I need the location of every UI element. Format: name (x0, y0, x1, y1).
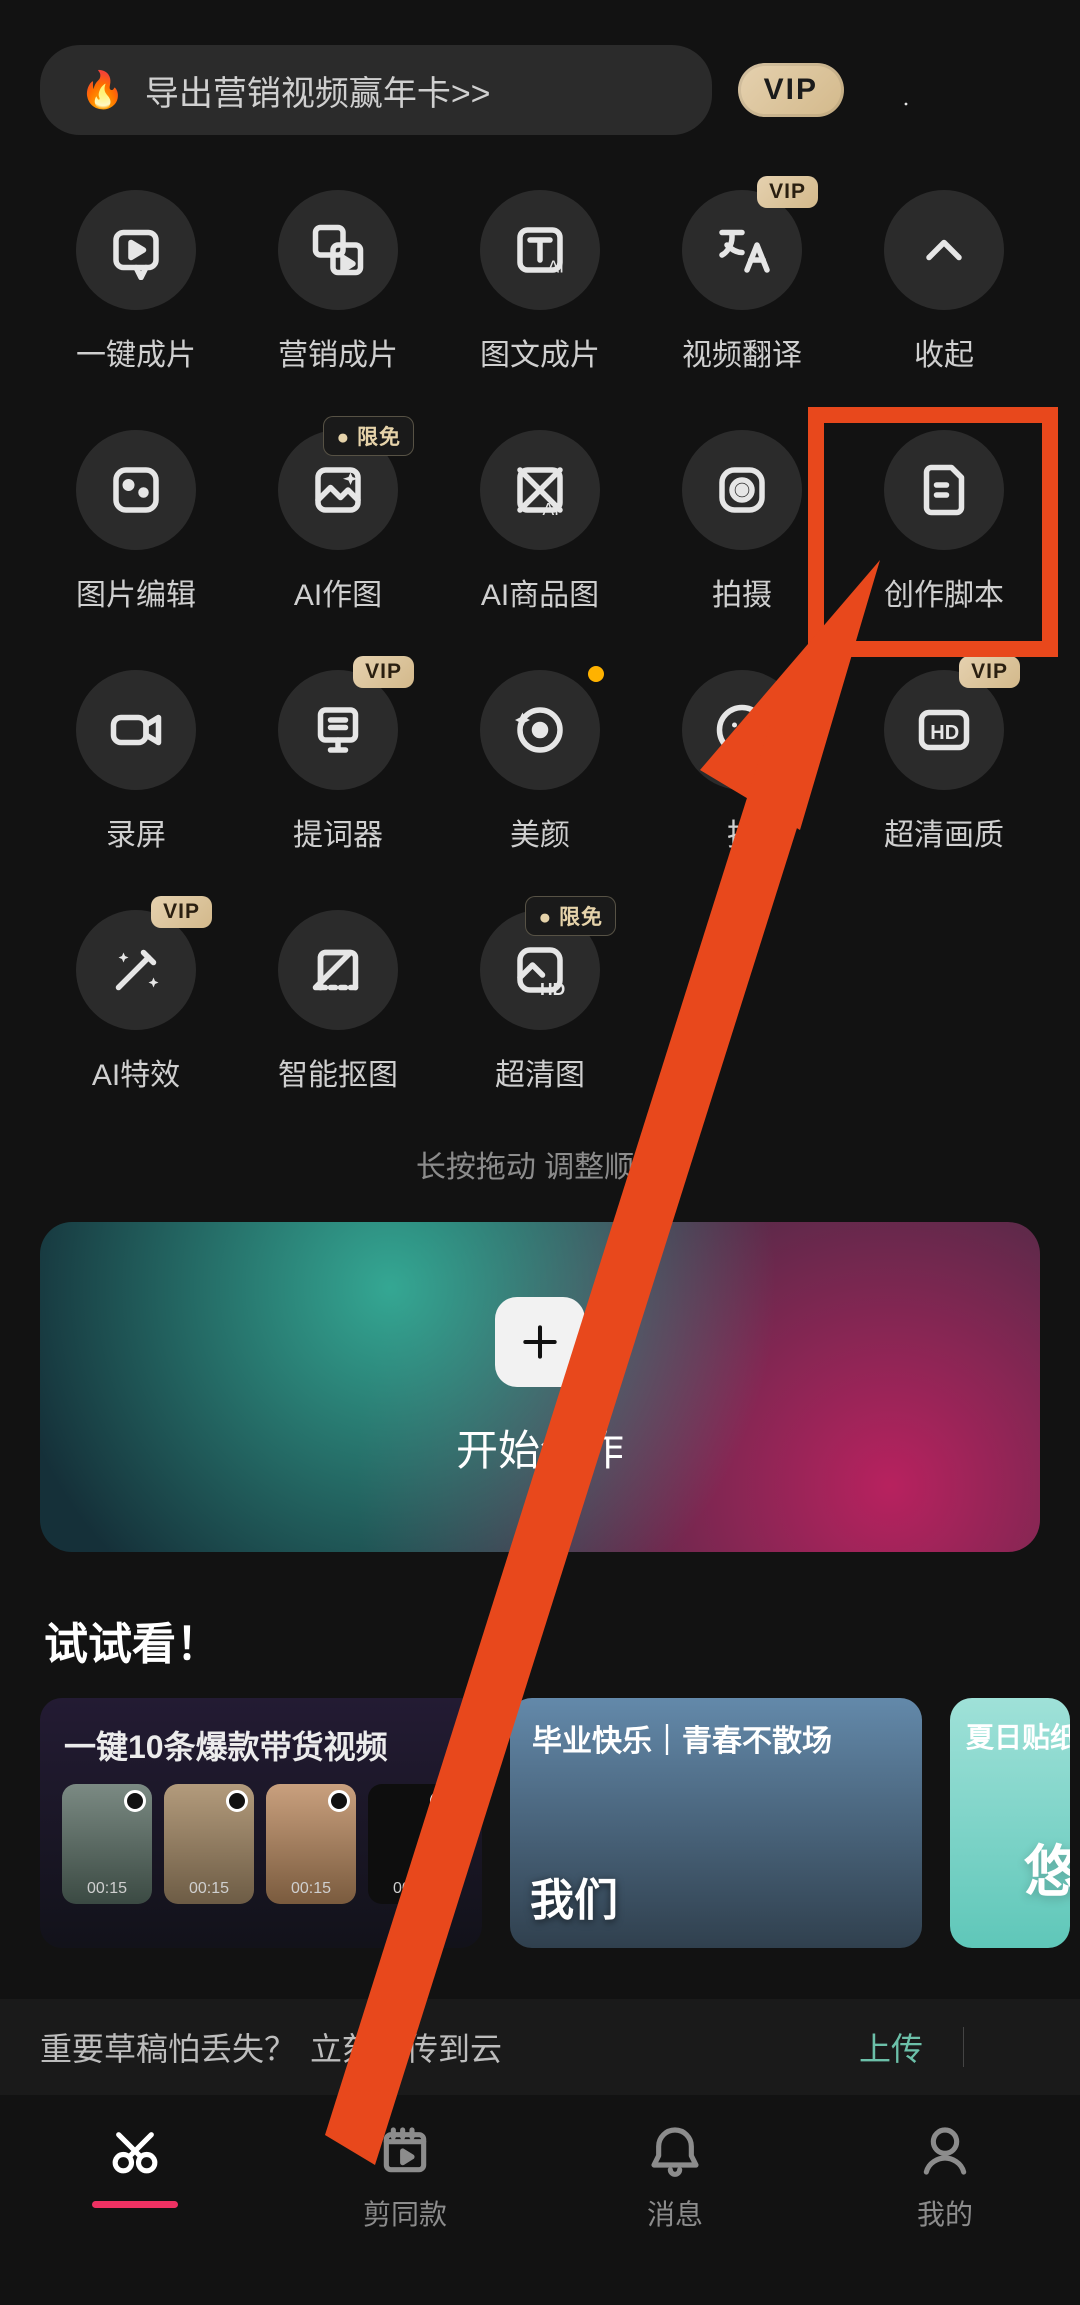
vip-tag: VIP (959, 656, 1020, 688)
svg-text:AI: AI (548, 257, 565, 277)
vip-tag: VIP (757, 176, 818, 208)
nav-profile[interactable]: 我的 (810, 2123, 1080, 2233)
tool-collapse[interactable]: 收起 (848, 190, 1040, 374)
try-card-1[interactable]: 一键10条爆款带货视频 00:15 00:15 00:15 00:00 (40, 1698, 482, 1948)
tool-marketing-video[interactable]: 营销成片 (242, 190, 434, 374)
tool-hd-quality[interactable]: HD VIP 超清画质 (848, 670, 1040, 854)
try-title: 试试看！ (44, 1608, 220, 1672)
cloud-upload-strip: 重要草稿怕丢失？ 立刻上传到云 上传 (0, 1999, 1080, 2095)
svg-text:AI: AI (543, 499, 560, 519)
tool-video-translate[interactable]: VIP 视频翻译 (646, 190, 838, 374)
tool-beauty[interactable]: 美颜 (444, 670, 636, 854)
fire-icon: 🔥 (80, 69, 125, 111)
annotation-highlight-box (808, 407, 1058, 657)
help-button[interactable] (870, 54, 942, 126)
try-row[interactable]: 一键10条爆款带货视频 00:15 00:15 00:15 00:00 毕业快乐… (0, 1698, 1080, 1948)
plus-icon (495, 1297, 585, 1387)
chevron-right-icon[interactable] (994, 1617, 1036, 1664)
tool-text-to-video[interactable]: AI 图文成片 (444, 190, 636, 374)
nav-messages[interactable]: 消息 (540, 2123, 810, 2233)
tool-smart-cutout[interactable]: 智能抠图 (242, 910, 434, 1094)
settings-button[interactable] (968, 54, 1040, 126)
create-card[interactable]: 开始创作 (40, 1222, 1040, 1552)
tool-photo-edit[interactable]: 图片编辑 (40, 430, 232, 614)
limited-free-tag: ● 限免 (525, 896, 616, 936)
nav-edit[interactable] (0, 2123, 270, 2179)
chevron-right-icon (648, 71, 678, 110)
tool-teleprompter[interactable]: VIP 提词器 (242, 670, 434, 854)
limited-free-tag: ● 限免 (323, 416, 414, 456)
vip-badge[interactable]: VIP (738, 63, 844, 117)
promo-text: 导出营销视频赢年卡>> (145, 66, 491, 115)
bottom-nav: 剪同款 消息 我的 (0, 2095, 1080, 2305)
active-indicator (92, 2201, 178, 2208)
drag-hint: 长按拖动 调整顺序 (0, 1142, 1080, 1186)
tool-one-click-video[interactable]: 一键成片 (40, 190, 232, 374)
nav-templates[interactable]: 剪同款 (270, 2123, 540, 2233)
tool-shoot2[interactable]: 拍 (646, 670, 838, 854)
vip-tag: VIP (353, 656, 414, 688)
close-icon[interactable] (1004, 2025, 1040, 2069)
tool-ai-product-image[interactable]: AI AI商品图 (444, 430, 636, 614)
tool-ai-image[interactable]: ● 限免 AI作图 (242, 430, 434, 614)
try-card-2[interactable]: 毕业快乐｜青春不散场 我们 (510, 1698, 922, 1948)
notify-dot (588, 666, 604, 682)
promo-pill[interactable]: 🔥 导出营销视频赢年卡>> (40, 45, 712, 135)
create-label: 开始创作 (456, 1417, 624, 1478)
tool-ai-effects[interactable]: VIP AI特效 (40, 910, 232, 1094)
svg-text:HD: HD (540, 979, 565, 999)
svg-text:HD: HD (930, 722, 959, 744)
tool-hd-image[interactable]: HD ● 限免 超清图 (444, 910, 636, 1094)
try-card-3[interactable]: 夏日贴纸 悠 (950, 1698, 1070, 1948)
upload-link[interactable]: 上传 (859, 2024, 923, 2070)
tool-screen-record[interactable]: 录屏 (40, 670, 232, 854)
vip-tag: VIP (151, 896, 212, 928)
